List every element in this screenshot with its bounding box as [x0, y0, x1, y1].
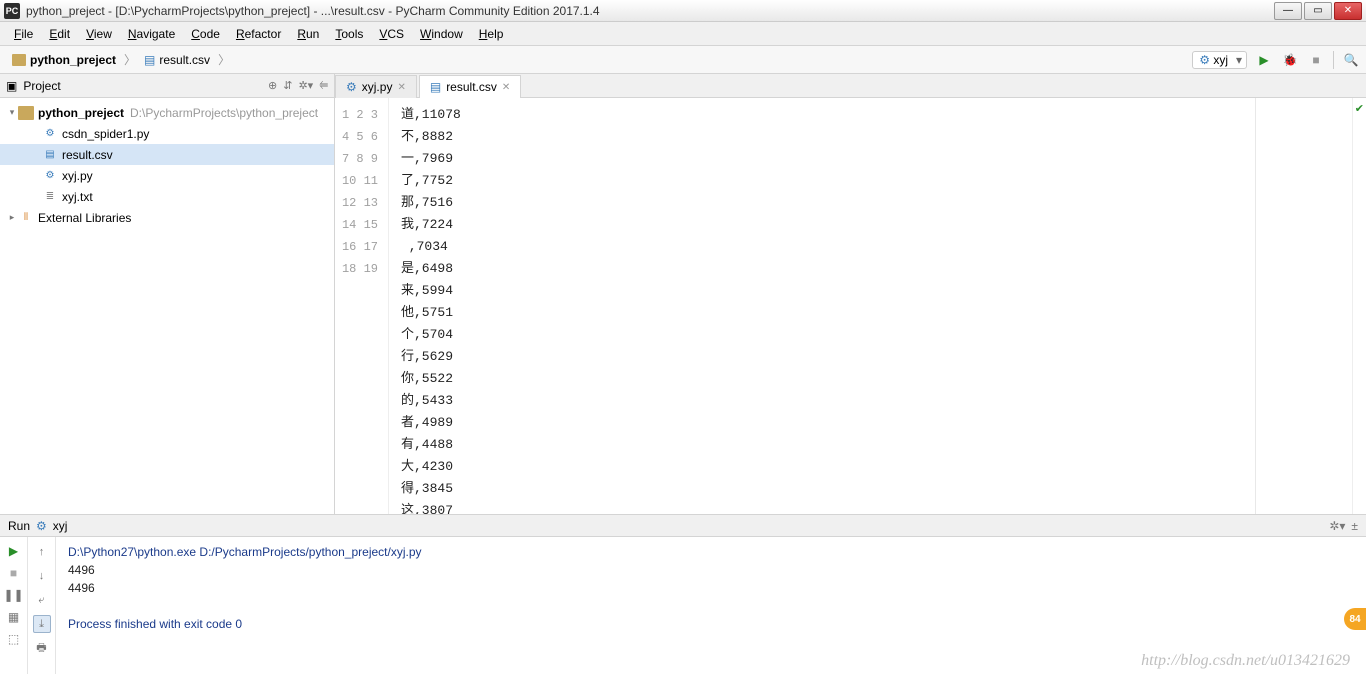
tree-item-xyj-py[interactable]: ⚙xyj.py	[0, 165, 334, 186]
menu-run[interactable]: Run	[289, 25, 327, 43]
folder-icon	[12, 54, 26, 66]
txt-icon: ≣	[42, 190, 58, 204]
stop-run-button[interactable]: ■	[6, 565, 22, 581]
editor[interactable]: 1 2 3 4 5 6 7 8 9 10 11 12 13 14 15 16 1…	[335, 98, 1366, 514]
tree-external-libraries[interactable]: ▸⫴External Libraries	[0, 207, 334, 228]
print-button[interactable]: 🖶	[33, 639, 51, 657]
project-hide-button[interactable]: ⥢	[319, 79, 328, 92]
menu-help[interactable]: Help	[471, 25, 512, 43]
soft-wrap-button[interactable]: ⤶	[33, 591, 51, 609]
menu-view[interactable]: View	[78, 25, 120, 43]
run-body: ▶ ■ ❚❚ ▦ ⬚ ↑ ↓ ⤶ ⤓ 🖶 D:\Python27\python.…	[0, 537, 1366, 674]
run-console[interactable]: D:\Python27\python.exe D:/PycharmProject…	[56, 537, 1366, 674]
menu-file[interactable]: File	[6, 25, 41, 43]
editor-pane: ⚙xyj.py✕▤result.csv✕ 1 2 3 4 5 6 7 8 9 1…	[335, 74, 1366, 514]
nav-breadcrumb-bar: python_preject 〉 ▤ result.csv 〉 ⚙ xyj ▶ …	[0, 46, 1366, 74]
gutter: 1 2 3 4 5 6 7 8 9 10 11 12 13 14 15 16 1…	[335, 98, 389, 514]
toolbar-divider	[1333, 51, 1334, 69]
markers-gutter: ✔	[1352, 98, 1366, 514]
project-header-title: Project	[23, 79, 262, 93]
window-buttons: — ▭ ✕	[1274, 2, 1362, 20]
fold-icon	[18, 106, 34, 120]
csv-icon: ▤	[430, 80, 441, 94]
editor-tabs: ⚙xyj.py✕▤result.csv✕	[335, 74, 1366, 98]
project-scope-button[interactable]: ⊕	[268, 79, 277, 92]
run-header-config: xyj	[53, 519, 1324, 533]
csv-icon: ▤	[144, 53, 155, 67]
csv-icon: ▤	[42, 148, 58, 162]
menu-vcs[interactable]: VCS	[371, 25, 412, 43]
close-tab-icon[interactable]: ✕	[502, 82, 510, 93]
breadcrumb-root[interactable]: python_preject	[6, 51, 122, 69]
tree-item-result-csv[interactable]: ▤result.csv	[0, 144, 334, 165]
menu-navigate[interactable]: Navigate	[120, 25, 183, 43]
breadcrumb-sep: 〉	[122, 51, 138, 68]
menu-window[interactable]: Window	[412, 25, 471, 43]
run-config-label: xyj	[1213, 53, 1228, 67]
exit-button[interactable]: ⬚	[6, 631, 22, 647]
menu-edit[interactable]: Edit	[41, 25, 78, 43]
run-button[interactable]: ▶	[1255, 51, 1273, 69]
dump-threads-button[interactable]: ▦	[6, 609, 22, 625]
inspections-ok-icon: ✔	[1355, 102, 1364, 115]
pause-button[interactable]: ❚❚	[6, 587, 22, 603]
menu-code[interactable]: Code	[183, 25, 228, 43]
breadcrumb-root-label: python_preject	[30, 53, 116, 67]
breadcrumb-file-label: result.csv	[159, 53, 210, 67]
python-icon: ⚙	[36, 519, 47, 533]
project-collapse-button[interactable]: ⇵	[283, 79, 292, 92]
scroll-up-button[interactable]: ↑	[33, 543, 51, 561]
run-config-selector[interactable]: ⚙ xyj	[1192, 51, 1247, 69]
project-tool-window: ▣ Project ⊕ ⇵ ✲▾ ⥢ ▾python_prejectD:\Pyc…	[0, 74, 335, 514]
titlebar: PC python_preject - [D:\PycharmProjects\…	[0, 0, 1366, 22]
project-header: ▣ Project ⊕ ⇵ ✲▾ ⥢	[0, 74, 334, 98]
py-icon: ⚙	[42, 169, 58, 183]
run-hide-button[interactable]: ±	[1351, 519, 1358, 533]
menu-refactor[interactable]: Refactor	[228, 25, 289, 43]
nav-right-toolbar: ⚙ xyj ▶ 🐞 ■ 🔍	[1192, 51, 1360, 69]
stop-button[interactable]: ■	[1307, 51, 1325, 69]
project-icon: ▣	[6, 79, 17, 93]
debug-button[interactable]: 🐞	[1281, 51, 1299, 69]
py-icon: ⚙	[346, 80, 357, 94]
search-button[interactable]: 🔍	[1342, 51, 1360, 69]
scroll-down-button[interactable]: ↓	[33, 567, 51, 585]
editor-tab-xyj-py[interactable]: ⚙xyj.py✕	[335, 75, 417, 98]
close-button[interactable]: ✕	[1334, 2, 1362, 20]
window-title: python_preject - [D:\PycharmProjects\pyt…	[26, 4, 1274, 18]
editor-tab-result-csv[interactable]: ▤result.csv✕	[419, 75, 521, 98]
close-tab-icon[interactable]: ✕	[397, 82, 405, 93]
notification-badge[interactable]: 84	[1344, 608, 1366, 630]
maximize-button[interactable]: ▭	[1304, 2, 1332, 20]
project-tree[interactable]: ▾python_prejectD:\PycharmProjects\python…	[0, 98, 334, 514]
tree-root[interactable]: ▾python_prejectD:\PycharmProjects\python…	[0, 102, 334, 123]
rerun-button[interactable]: ▶	[6, 543, 22, 559]
menu-tools[interactable]: Tools	[327, 25, 371, 43]
run-header: Run ⚙ xyj ✲▾ ±	[0, 515, 1366, 537]
tree-item-xyj-txt[interactable]: ≣xyj.txt	[0, 186, 334, 207]
minimize-button[interactable]: —	[1274, 2, 1302, 20]
menubar: FileEditViewNavigateCodeRefactorRunTools…	[0, 22, 1366, 46]
tree-item-csdn_spider1-py[interactable]: ⚙csdn_spider1.py	[0, 123, 334, 144]
right-margin-line	[1255, 98, 1256, 514]
breadcrumb-file[interactable]: ▤ result.csv	[138, 51, 216, 69]
run-header-title: Run	[8, 519, 30, 533]
run-center-toolbar: ↑ ↓ ⤶ ⤓ 🖶	[28, 537, 56, 674]
app-icon: PC	[4, 3, 20, 19]
scroll-to-end-button[interactable]: ⤓	[33, 615, 51, 633]
run-tool-window: Run ⚙ xyj ✲▾ ± ▶ ■ ❚❚ ▦ ⬚ ↑ ↓ ⤶ ⤓ 🖶 D:\P…	[0, 514, 1366, 674]
lib-icon: ⫴	[18, 211, 34, 225]
run-settings-button[interactable]: ✲▾	[1329, 519, 1345, 533]
code-area[interactable]: 道,11078 不,8882 一,7969 了,7752 那,7516 我,72…	[389, 98, 1352, 514]
project-settings-button[interactable]: ✲▾	[298, 79, 313, 92]
breadcrumb-sep: 〉	[216, 51, 232, 68]
py-icon: ⚙	[42, 127, 58, 141]
main-split: ▣ Project ⊕ ⇵ ✲▾ ⥢ ▾python_prejectD:\Pyc…	[0, 74, 1366, 514]
run-left-toolbar: ▶ ■ ❚❚ ▦ ⬚	[0, 537, 28, 674]
